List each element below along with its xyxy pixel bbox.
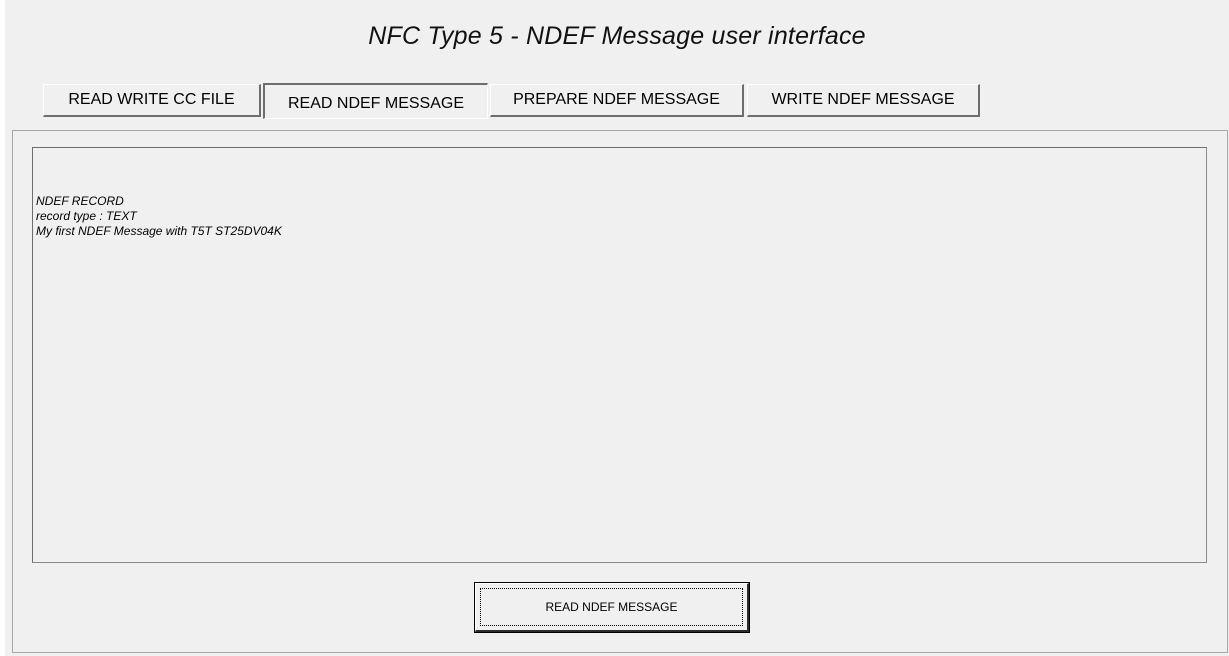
tab-prepare-ndef-message[interactable]: PREPARE NDEF MESSAGE bbox=[490, 84, 744, 117]
app-window: NFC Type 5 - NDEF Message user interface… bbox=[5, 0, 1229, 656]
read-ndef-message-button-label: READ NDEF MESSAGE bbox=[545, 600, 678, 614]
tab-write-ndef-message[interactable]: WRITE NDEF MESSAGE bbox=[747, 84, 980, 117]
page-title: NFC Type 5 - NDEF Message user interface bbox=[368, 22, 866, 50]
tab-read-ndef-message[interactable]: READ NDEF MESSAGE bbox=[263, 83, 488, 119]
tab-content-panel: NDEF RECORD record type : TEXT My first … bbox=[12, 130, 1228, 653]
output-line-record-header: NDEF RECORD bbox=[36, 194, 124, 208]
tab-read-write-cc-file[interactable]: READ WRITE CC FILE bbox=[43, 84, 261, 117]
ndef-output-textbox[interactable]: NDEF RECORD record type : TEXT My first … bbox=[32, 147, 1207, 563]
output-line-record-payload: My first NDEF Message with T5T ST25DV04K bbox=[36, 224, 282, 238]
read-ndef-message-button[interactable]: READ NDEF MESSAGE bbox=[474, 582, 750, 633]
output-line-record-type: record type : TEXT bbox=[36, 209, 137, 223]
